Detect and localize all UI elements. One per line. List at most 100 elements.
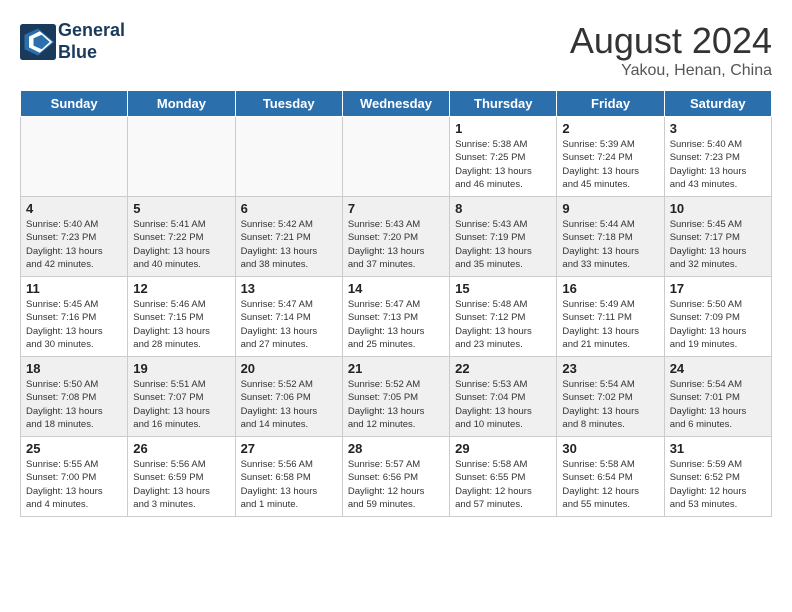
calendar-cell	[342, 117, 449, 197]
cell-info: Sunrise: 5:38 AMSunset: 7:25 PMDaylight:…	[455, 138, 551, 191]
cell-info: Sunrise: 5:51 AMSunset: 7:07 PMDaylight:…	[133, 378, 229, 431]
cell-info: Sunrise: 5:58 AMSunset: 6:55 PMDaylight:…	[455, 458, 551, 511]
day-number: 14	[348, 281, 444, 296]
calendar-body: 1Sunrise: 5:38 AMSunset: 7:25 PMDaylight…	[21, 117, 772, 517]
calendar-cell: 26Sunrise: 5:56 AMSunset: 6:59 PMDayligh…	[128, 437, 235, 517]
calendar-cell: 16Sunrise: 5:49 AMSunset: 7:11 PMDayligh…	[557, 277, 664, 357]
calendar-cell: 8 Sunrise: 5:43 AMSunset: 7:19 PMDaylight…	[450, 197, 557, 277]
cell-info: Sunrise: 5:48 AMSunset: 7:12 PMDaylight:…	[455, 298, 551, 351]
cell-info: Sunrise: 5:46 AMSunset: 7:15 PMDaylight:…	[133, 298, 229, 351]
cell-info: Sunrise: 5:59 AMSunset: 6:52 PMDaylight:…	[670, 458, 766, 511]
cell-info: Sunrise: 5:53 AMSunset: 7:04 PMDaylight:…	[455, 378, 551, 431]
day-number: 24	[670, 361, 766, 376]
day-header-wednesday: Wednesday	[342, 91, 449, 117]
cell-info: Sunrise: 5:52 AMSunset: 7:05 PMDaylight:…	[348, 378, 444, 431]
day-number: 15	[455, 281, 551, 296]
cell-info: Sunrise: 5:56 AMSunset: 6:59 PMDaylight:…	[133, 458, 229, 511]
calendar-cell: 1Sunrise: 5:38 AMSunset: 7:25 PMDaylight…	[450, 117, 557, 197]
calendar-cell: 3Sunrise: 5:40 AMSunset: 7:23 PMDaylight…	[664, 117, 771, 197]
calendar-cell: 4 Sunrise: 5:40 AMSunset: 7:23 PMDaylight…	[21, 197, 128, 277]
calendar-cell: 24 Sunrise: 5:54 AMSunset: 7:01 PMDayligh…	[664, 357, 771, 437]
cell-info: Sunrise: 5:45 AMSunset: 7:16 PMDaylight:…	[26, 298, 122, 351]
day-number: 20	[241, 361, 337, 376]
cell-info: Sunrise: 5:55 AMSunset: 7:00 PMDaylight:…	[26, 458, 122, 511]
cell-info: Sunrise: 5:54 AMSunset: 7:01 PMDaylight:…	[670, 378, 766, 431]
calendar-cell	[128, 117, 235, 197]
calendar-cell: 14 Sunrise: 5:47 AMSunset: 7:13 PMDayligh…	[342, 277, 449, 357]
calendar-week-4: 18 Sunrise: 5:50 AMSunset: 7:08 PMDayligh…	[21, 357, 772, 437]
day-number: 4	[26, 201, 122, 216]
day-number: 5	[133, 201, 229, 216]
calendar-cell: 5 Sunrise: 5:41 AMSunset: 7:22 PMDaylight…	[128, 197, 235, 277]
cell-info: Sunrise: 5:41 AMSunset: 7:22 PMDaylight:…	[133, 218, 229, 271]
cell-info: Sunrise: 5:47 AMSunset: 7:13 PMDaylight:…	[348, 298, 444, 351]
calendar-header-row: SundayMondayTuesdayWednesdayThursdayFrid…	[21, 91, 772, 117]
cell-info: Sunrise: 5:50 AMSunset: 7:08 PMDaylight:…	[26, 378, 122, 431]
calendar-week-3: 11 Sunrise: 5:45 AMSunset: 7:16 PMDayligh…	[21, 277, 772, 357]
day-header-monday: Monday	[128, 91, 235, 117]
calendar-cell: 15 Sunrise: 5:48 AMSunset: 7:12 PMDayligh…	[450, 277, 557, 357]
day-header-thursday: Thursday	[450, 91, 557, 117]
calendar-cell: 23Sunrise: 5:54 AMSunset: 7:02 PMDayligh…	[557, 357, 664, 437]
day-number: 2	[562, 121, 658, 136]
day-number: 10	[670, 201, 766, 216]
day-number: 21	[348, 361, 444, 376]
cell-info: Sunrise: 5:52 AMSunset: 7:06 PMDaylight:…	[241, 378, 337, 431]
cell-info: Sunrise: 5:40 AMSunset: 7:23 PMDaylight:…	[26, 218, 122, 271]
calendar-cell: 28Sunrise: 5:57 AMSunset: 6:56 PMDayligh…	[342, 437, 449, 517]
day-number: 9	[562, 201, 658, 216]
calendar-cell: 20 Sunrise: 5:52 AMSunset: 7:06 PMDayligh…	[235, 357, 342, 437]
cell-info: Sunrise: 5:44 AMSunset: 7:18 PMDaylight:…	[562, 218, 658, 271]
calendar-week-2: 4 Sunrise: 5:40 AMSunset: 7:23 PMDaylight…	[21, 197, 772, 277]
calendar-cell: 25Sunrise: 5:55 AMSunset: 7:00 PMDayligh…	[21, 437, 128, 517]
logo-text: General Blue	[58, 20, 125, 63]
day-number: 30	[562, 441, 658, 456]
calendar-cell: 29 Sunrise: 5:58 AMSunset: 6:55 PMDayligh…	[450, 437, 557, 517]
day-number: 19	[133, 361, 229, 376]
day-number: 27	[241, 441, 337, 456]
cell-info: Sunrise: 5:40 AMSunset: 7:23 PMDaylight:…	[670, 138, 766, 191]
calendar-cell: 10 Sunrise: 5:45 AMSunset: 7:17 PMDayligh…	[664, 197, 771, 277]
calendar-week-5: 25Sunrise: 5:55 AMSunset: 7:00 PMDayligh…	[21, 437, 772, 517]
day-number: 13	[241, 281, 337, 296]
day-number: 31	[670, 441, 766, 456]
calendar-cell: 11 Sunrise: 5:45 AMSunset: 7:16 PMDayligh…	[21, 277, 128, 357]
cell-info: Sunrise: 5:50 AMSunset: 7:09 PMDaylight:…	[670, 298, 766, 351]
cell-info: Sunrise: 5:45 AMSunset: 7:17 PMDaylight:…	[670, 218, 766, 271]
cell-info: Sunrise: 5:39 AMSunset: 7:24 PMDaylight:…	[562, 138, 658, 191]
cell-info: Sunrise: 5:54 AMSunset: 7:02 PMDaylight:…	[562, 378, 658, 431]
calendar-cell: 9 Sunrise: 5:44 AMSunset: 7:18 PMDaylight…	[557, 197, 664, 277]
cell-info: Sunrise: 5:42 AMSunset: 7:21 PMDaylight:…	[241, 218, 337, 271]
calendar-cell: 30 Sunrise: 5:58 AMSunset: 6:54 PMDayligh…	[557, 437, 664, 517]
logo: General Blue	[20, 20, 125, 63]
calendar-cell: 2 Sunrise: 5:39 AMSunset: 7:24 PMDaylight…	[557, 117, 664, 197]
title-block: August 2024 Yakou, Henan, China	[570, 20, 772, 80]
day-number: 8	[455, 201, 551, 216]
day-number: 22	[455, 361, 551, 376]
calendar-cell: 31 Sunrise: 5:59 AMSunset: 6:52 PMDayligh…	[664, 437, 771, 517]
day-header-sunday: Sunday	[21, 91, 128, 117]
cell-info: Sunrise: 5:49 AMSunset: 7:11 PMDaylight:…	[562, 298, 658, 351]
day-number: 12	[133, 281, 229, 296]
logo-icon	[20, 24, 56, 60]
day-number: 18	[26, 361, 122, 376]
day-header-saturday: Saturday	[664, 91, 771, 117]
month-title: August 2024	[570, 20, 772, 62]
calendar-cell: 6 Sunrise: 5:42 AMSunset: 7:21 PMDaylight…	[235, 197, 342, 277]
calendar-cell	[235, 117, 342, 197]
day-number: 28	[348, 441, 444, 456]
calendar-cell: 19 Sunrise: 5:51 AMSunset: 7:07 PMDayligh…	[128, 357, 235, 437]
calendar-cell: 18 Sunrise: 5:50 AMSunset: 7:08 PMDayligh…	[21, 357, 128, 437]
day-number: 11	[26, 281, 122, 296]
calendar-cell: 13Sunrise: 5:47 AMSunset: 7:14 PMDayligh…	[235, 277, 342, 357]
cell-info: Sunrise: 5:43 AMSunset: 7:19 PMDaylight:…	[455, 218, 551, 271]
cell-info: Sunrise: 5:58 AMSunset: 6:54 PMDaylight:…	[562, 458, 658, 511]
day-number: 6	[241, 201, 337, 216]
calendar-cell: 17Sunrise: 5:50 AMSunset: 7:09 PMDayligh…	[664, 277, 771, 357]
day-header-friday: Friday	[557, 91, 664, 117]
day-number: 29	[455, 441, 551, 456]
page-header: General Blue August 2024 Yakou, Henan, C…	[20, 20, 772, 80]
location-subtitle: Yakou, Henan, China	[570, 62, 772, 80]
day-header-tuesday: Tuesday	[235, 91, 342, 117]
calendar-week-1: 1Sunrise: 5:38 AMSunset: 7:25 PMDaylight…	[21, 117, 772, 197]
